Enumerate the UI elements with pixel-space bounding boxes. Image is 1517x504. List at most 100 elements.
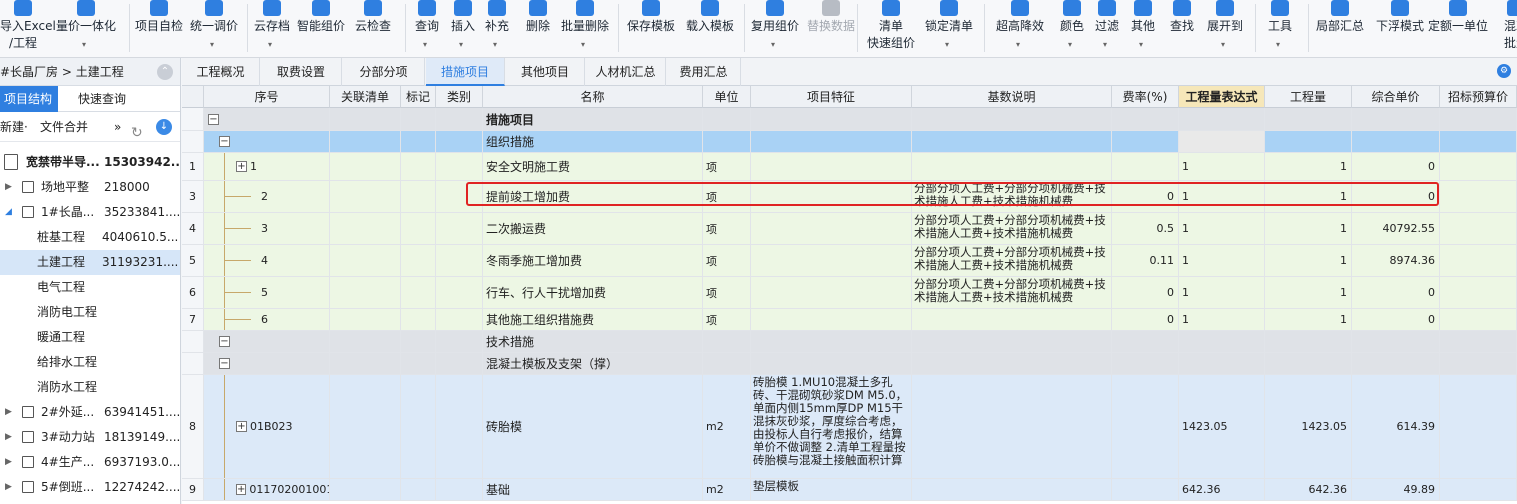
cell-unit[interactable]: 项	[703, 309, 751, 331]
table-row[interactable]: 1 +1 安全文明施工费项 1 1 0	[182, 153, 1517, 181]
toolbar-button-13[interactable]: 载入模板	[684, 0, 736, 57]
cell-name[interactable]: 二次搬运费	[483, 213, 703, 245]
cell-unit[interactable]: m2	[703, 375, 751, 479]
collapsed-arrow-icon[interactable]: ▶	[5, 450, 12, 475]
cell-seq[interactable]: 4	[204, 245, 330, 277]
expand-toggle-icon[interactable]: +	[236, 484, 247, 495]
tab-3[interactable]: 措施项目	[426, 58, 505, 86]
cell-expr[interactable]: 1	[1179, 245, 1265, 277]
cell-link[interactable]	[330, 331, 401, 353]
cell-type[interactable]	[436, 245, 483, 277]
cell-link[interactable]	[330, 131, 401, 153]
cell-qty[interactable]	[1265, 108, 1352, 131]
cell-unit[interactable]: 项	[703, 245, 751, 277]
cell-type[interactable]	[436, 479, 483, 501]
cell-price[interactable]	[1352, 331, 1440, 353]
cell-link[interactable]	[330, 181, 401, 213]
cell-expr[interactable]: 1	[1179, 153, 1265, 181]
toolbar-button-24[interactable]: 工具 ▾	[1260, 0, 1300, 57]
tree-node[interactable]: 暖通工程	[0, 325, 180, 350]
toolbar-button-26[interactable]: 下浮模式	[1373, 0, 1427, 57]
cell-unit[interactable]: 项	[703, 181, 751, 213]
cell-feature[interactable]	[751, 108, 912, 131]
cell-budget[interactable]	[1440, 479, 1517, 501]
cell-unit[interactable]	[703, 353, 751, 375]
cell-expr[interactable]: 1	[1179, 309, 1265, 331]
cell-name[interactable]: 冬雨季施工增加费	[483, 245, 703, 277]
cell-qty[interactable]: 1423.05	[1265, 375, 1352, 479]
cell-name[interactable]: 混凝土模板及支架（撑）	[483, 353, 703, 375]
cell-feature[interactable]	[751, 181, 912, 213]
cell-mark[interactable]	[401, 181, 436, 213]
toolbar-button-5[interactable]: 智能组价	[295, 0, 347, 57]
cell-price[interactable]: 40792.55	[1352, 213, 1440, 245]
cell-feature[interactable]	[751, 213, 912, 245]
cell-feature[interactable]	[751, 331, 912, 353]
cell-unit[interactable]: 项	[703, 153, 751, 181]
toolbar-button-19[interactable]: 颜色 ▾	[1055, 0, 1089, 57]
tree-node[interactable]: 桩基工程 4040610.5...	[0, 225, 180, 250]
cell-price[interactable]	[1352, 131, 1440, 153]
tree-node[interactable]: 消防电工程	[0, 300, 180, 325]
table-row[interactable]: 8 +01B023 砖胎模 m2 砖胎模 1.MU10混凝土多孔砖、干混砌筑砂浆DM M…	[182, 375, 1517, 479]
cell-type[interactable]	[436, 131, 483, 153]
expand-toggle-icon[interactable]: +	[236, 421, 247, 432]
tab-project-structure[interactable]: 项目结构	[0, 86, 58, 112]
collapsed-arrow-icon[interactable]: ▶	[5, 425, 12, 450]
toolbar-button-7[interactable]: 查询 ▾	[410, 0, 444, 57]
table-row[interactable]: 4 3 二次搬运费 项 分部分项人工费+分部分项机械费+技术措施人工费+技术措施机械费 0…	[182, 213, 1517, 245]
tree-node[interactable]: 土建工程 31193231....	[0, 250, 180, 275]
cell-qty[interactable]: 1	[1265, 181, 1352, 213]
cell-type[interactable]	[436, 181, 483, 213]
cell-seq[interactable]: 2	[204, 181, 330, 213]
cell-base[interactable]	[912, 375, 1112, 479]
tree-node[interactable]: 宽禁带半导... 15303942...	[0, 150, 180, 175]
cell-seq[interactable]: +01B023	[204, 375, 330, 479]
cell-feature[interactable]	[751, 277, 912, 309]
cell-qty[interactable]	[1265, 131, 1352, 153]
toolbar-button-21[interactable]: 其他 ▾	[1127, 0, 1159, 57]
toolbar-button-0[interactable]: 导入Excel/工程	[0, 0, 56, 57]
cell-qty[interactable]: 1	[1265, 277, 1352, 309]
toolbar-button-11[interactable]: 批量删除 ▾	[558, 0, 612, 57]
cell-rate[interactable]: 0	[1112, 181, 1179, 213]
collapse-toggle-icon[interactable]: −	[219, 336, 230, 347]
cell-budget[interactable]	[1440, 353, 1517, 375]
cell-type[interactable]	[436, 277, 483, 309]
cell-unit[interactable]: 项	[703, 213, 751, 245]
column-header[interactable]: 费率(%)	[1112, 86, 1179, 108]
cell-qty[interactable]: 642.36	[1265, 479, 1352, 501]
toolbar-button-3[interactable]: 统一调价 ▾	[188, 0, 240, 57]
column-header[interactable]: 工程量表达式	[1179, 86, 1265, 108]
cell-base[interactable]	[912, 331, 1112, 353]
cell-type[interactable]	[436, 309, 483, 331]
cell-mark[interactable]	[401, 153, 436, 181]
tree-node[interactable]: 消防水工程	[0, 375, 180, 400]
cell-price[interactable]: 0	[1352, 153, 1440, 181]
cell-base[interactable]	[912, 479, 1112, 501]
toolbar-button-8[interactable]: 插入 ▾	[448, 0, 478, 57]
cell-mark[interactable]	[401, 108, 436, 131]
cell-mark[interactable]	[401, 131, 436, 153]
table-row[interactable]: 9 +011702001001 基础 m2 垫层模板 642.36 642.36 49.89	[182, 479, 1517, 501]
toolbar-button-4[interactable]: 云存档 ▾	[251, 0, 293, 57]
cell-name[interactable]: 安全文明施工费	[483, 153, 703, 181]
cell-expr[interactable]	[1179, 108, 1265, 131]
column-header[interactable]: 工程量	[1265, 86, 1352, 108]
table-row[interactable]: − 组织措施	[182, 131, 1517, 153]
toolbar-button-18[interactable]: 超高降效 ▾	[989, 0, 1051, 57]
cell-budget[interactable]	[1440, 277, 1517, 309]
cell-mark[interactable]	[401, 331, 436, 353]
cell-rate[interactable]	[1112, 153, 1179, 181]
column-header[interactable]: 综合单价	[1352, 86, 1440, 108]
cell-feature[interactable]	[751, 153, 912, 181]
tab-5[interactable]: 人材机汇总	[586, 58, 666, 86]
cell-rate[interactable]	[1112, 108, 1179, 131]
tree-node[interactable]: ▶ 3#动力站 18139149....	[0, 425, 180, 450]
cell-unit[interactable]	[703, 331, 751, 353]
cell-price[interactable]: 8974.36	[1352, 245, 1440, 277]
cell-name[interactable]: 技术措施	[483, 331, 703, 353]
more-button[interactable]: »	[114, 112, 121, 142]
cell-type[interactable]	[436, 153, 483, 181]
cell-base[interactable]	[912, 153, 1112, 181]
